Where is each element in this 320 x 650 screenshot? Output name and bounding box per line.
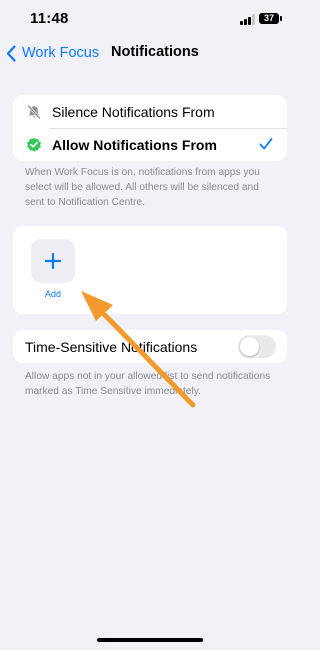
option-label: Silence Notifications From	[52, 103, 215, 120]
back-button-label: Work Focus	[22, 45, 100, 61]
cellular-signal-icon	[240, 14, 256, 25]
time-sensitive-row: Time-Sensitive Notifications	[13, 330, 287, 363]
add-app-label[interactable]: Add	[31, 289, 75, 299]
time-sensitive-toggle[interactable]	[238, 335, 276, 358]
status-time: 11:48	[30, 10, 69, 27]
time-sensitive-footnote: Allow apps not in your allowed list to s…	[25, 371, 271, 397]
allowed-apps-group: Add	[13, 226, 287, 314]
checkmark-icon	[259, 138, 273, 150]
navigation-bar: Work Focus Notifications	[0, 40, 300, 66]
option-silence-notifications[interactable]: Silence Notifications From	[13, 95, 287, 128]
mode-footnote: When Work Focus is on, notifications fro…	[25, 167, 260, 208]
notification-mode-group: Silence Notifications From Allow Notific…	[13, 95, 287, 161]
option-allow-notifications[interactable]: Allow Notifications From	[13, 128, 287, 161]
battery-level: 37	[263, 13, 274, 23]
plus-icon	[44, 252, 62, 270]
back-button[interactable]: Work Focus	[6, 42, 99, 64]
add-app-button[interactable]	[31, 239, 75, 283]
status-bar: 11:48 37	[0, 0, 300, 40]
time-sensitive-group: Time-Sensitive Notifications	[13, 330, 287, 363]
battery-icon: 37	[259, 13, 279, 24]
toggle-knob	[240, 337, 259, 356]
home-indicator[interactable]	[97, 638, 203, 642]
chevron-left-icon	[6, 44, 16, 62]
bell-slash-icon	[26, 104, 42, 120]
page-title: Notifications	[111, 44, 199, 60]
checkmark-seal-icon	[26, 137, 42, 153]
time-sensitive-label: Time-Sensitive Notifications	[25, 338, 198, 355]
battery-cap	[280, 16, 282, 21]
option-label: Allow Notifications From	[52, 136, 217, 153]
